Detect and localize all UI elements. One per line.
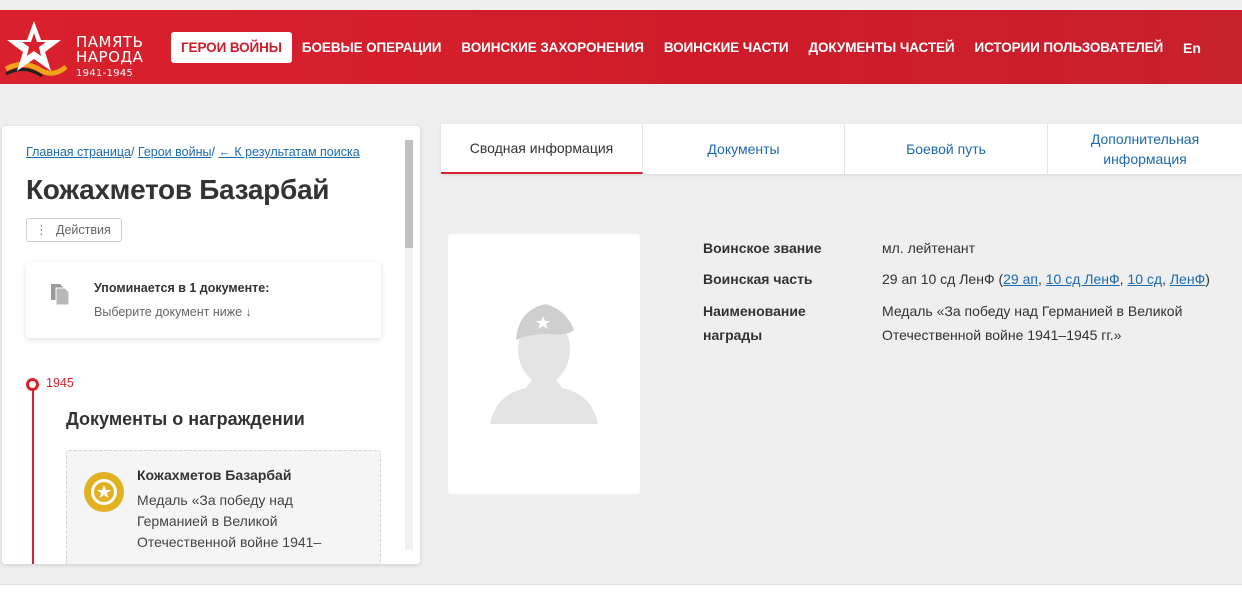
award-value-line1: Медаль «За победу над Германией в Велико… bbox=[882, 303, 1183, 319]
page-title: Кожахметов Базарбай bbox=[26, 174, 330, 205]
logo-line-2: НАРОДА bbox=[76, 48, 144, 66]
nav-burials[interactable]: ВОИНСКИЕ ЗАХОРОНЕНИЯ bbox=[461, 40, 644, 55]
site-header: ПАМЯТЬ НАРОДА 1941-1945 ГЕРОИ ВОЙНЫ БОЕВ… bbox=[0, 10, 1242, 84]
unit-value-text: 29 ап 10 сд ЛенФ ( bbox=[882, 271, 1004, 287]
breadcrumb-home-link[interactable]: Главная страница bbox=[26, 145, 131, 159]
award-value-line2: Отечественной войне 1941–1945 гг.» bbox=[882, 327, 1122, 343]
logo-years: 1941-1945 bbox=[76, 68, 134, 79]
breadcrumb-separator: / bbox=[130, 145, 138, 159]
soldier-silhouette-icon bbox=[490, 304, 598, 424]
unit-link-29ap[interactable]: 29 ап bbox=[1003, 271, 1038, 287]
breadcrumb-heroes-link[interactable]: Герои войны bbox=[138, 145, 212, 159]
nav-user-stories[interactable]: ИСТОРИИ ПОЛЬЗОВАТЕЛЕЙ bbox=[975, 40, 1164, 55]
award-value: Медаль «За победу над Германией в Велико… bbox=[882, 299, 1182, 347]
award-label: Наименование награды bbox=[703, 299, 853, 347]
footer-strip bbox=[0, 584, 1242, 598]
documents-icon bbox=[51, 284, 70, 306]
breadcrumb: Главная страница/ Герои войны/ ← К резул… bbox=[26, 145, 360, 159]
logo-text: ПАМЯТЬ НАРОДА 1941-1945 bbox=[76, 35, 144, 80]
actions-button[interactable]: ⋮ Действия bbox=[26, 218, 122, 242]
back-to-results-link[interactable]: ← К результатам поиска bbox=[218, 145, 359, 159]
unit-value-close: ) bbox=[1205, 271, 1210, 287]
actions-label: Действия bbox=[56, 223, 111, 237]
tab-additional-line2: информация bbox=[1103, 151, 1187, 167]
rank-label: Воинское звание bbox=[703, 240, 822, 256]
site-logo[interactable]: ПАМЯТЬ НАРОДА 1941-1945 bbox=[4, 19, 154, 79]
awards-section-title: Документы о награждении bbox=[66, 409, 305, 429]
scrollbar-thumb[interactable] bbox=[405, 140, 413, 248]
person-photo-placeholder bbox=[448, 234, 640, 494]
tab-additional-info[interactable]: Дополнительная информация bbox=[1048, 124, 1242, 174]
timeline-dot bbox=[26, 378, 39, 391]
tab-summary[interactable]: Сводная информация bbox=[441, 124, 643, 174]
award-document-card[interactable]: Кожахметов Базарбай Медаль «За победу на… bbox=[66, 450, 381, 564]
main-nav: ГЕРОИ ВОЙНЫ БОЕВЫЕ ОПЕРАЦИИ ВОИНСКИЕ ЗАХ… bbox=[171, 32, 1183, 63]
timeline-line bbox=[32, 388, 34, 564]
mention-card: Упоминается в 1 документе: Выберите доку… bbox=[26, 262, 381, 338]
unit-link-10sd[interactable]: 10 сд bbox=[1127, 271, 1162, 287]
award-label-line1: Наименование bbox=[703, 303, 806, 319]
tab-additional-line1: Дополнительная bbox=[1090, 131, 1200, 147]
language-switch[interactable]: En bbox=[1183, 40, 1201, 56]
nav-heroes[interactable]: ГЕРОИ ВОЙНЫ bbox=[171, 32, 292, 63]
tab-combat-path[interactable]: Боевой путь bbox=[845, 124, 1048, 174]
document-award-text: Медаль «За победу над Германией в Велико… bbox=[137, 492, 322, 550]
document-person-name: Кожахметов Базарбай bbox=[137, 467, 292, 483]
top-strip bbox=[0, 0, 1242, 10]
timeline-year: 1945 bbox=[46, 376, 74, 390]
award-label-line2: награды bbox=[703, 327, 763, 343]
nav-unit-documents[interactable]: ДОКУМЕНТЫ ЧАСТЕЙ bbox=[809, 40, 955, 55]
unit-value: 29 ап 10 сд ЛенФ (29 ап, 10 сд ЛенФ, 10 … bbox=[882, 271, 1210, 287]
unit-label: Воинская часть bbox=[703, 271, 813, 287]
person-panel: Главная страница/ Герои войны/ ← К резул… bbox=[2, 126, 420, 564]
nav-operations[interactable]: БОЕВЫЕ ОПЕРАЦИИ bbox=[302, 40, 442, 55]
rank-value: мл. лейтенант bbox=[882, 240, 976, 256]
unit-link-10sd-lenf[interactable]: 10 сд ЛенФ bbox=[1046, 271, 1120, 287]
mention-title: Упоминается в 1 документе: bbox=[94, 281, 270, 295]
medal-icon bbox=[84, 472, 124, 512]
info-tabs: Сводная информация Документы Боевой путь… bbox=[441, 124, 1242, 174]
nav-units[interactable]: ВОИНСКИЕ ЧАСТИ bbox=[664, 40, 789, 55]
star-logo-icon bbox=[4, 21, 68, 78]
tab-documents[interactable]: Документы bbox=[643, 124, 845, 174]
mention-subtitle: Выберите документ ниже ↓ bbox=[94, 305, 252, 319]
more-vertical-icon: ⋮ bbox=[35, 222, 48, 237]
unit-link-lenf[interactable]: ЛенФ bbox=[1170, 271, 1205, 287]
